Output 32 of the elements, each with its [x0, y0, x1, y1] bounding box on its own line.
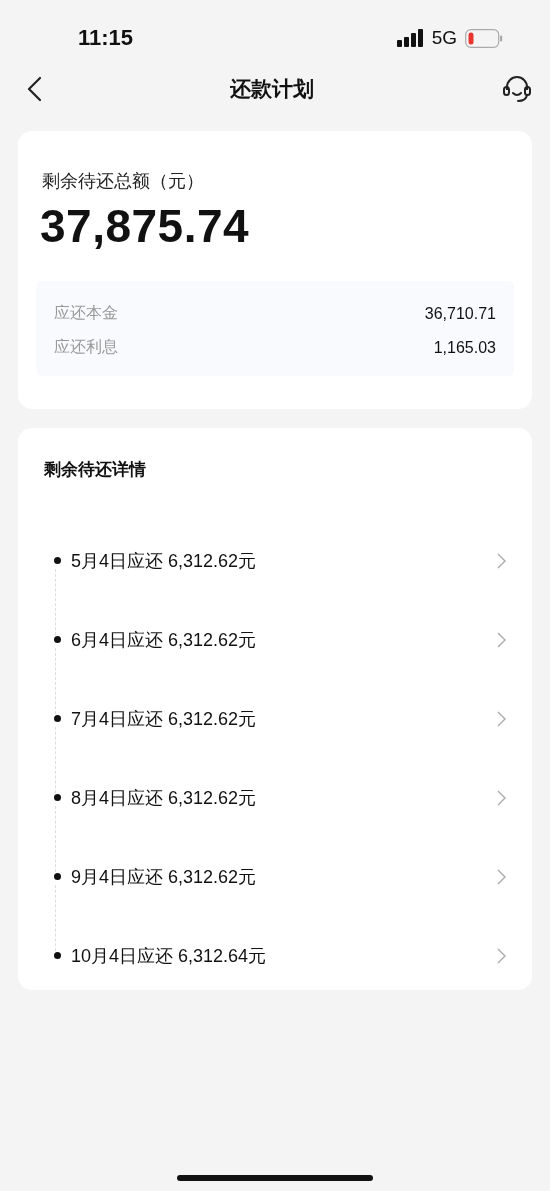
summary-label: 剩余待还总额（元）: [42, 170, 205, 193]
timeline-dot: [53, 794, 61, 801]
installment-text[interactable]: 5月4日应还 6,312.62元: [71, 548, 497, 573]
chevron-icon: [497, 552, 506, 569]
breakdown-label: 应还本金: [54, 303, 118, 323]
installment-text[interactable]: 7月4日应还 6,312.62元: [71, 706, 497, 731]
headset-icon[interactable]: [502, 74, 532, 104]
chevron-icon: [497, 947, 506, 964]
chevron-icon: [497, 789, 506, 806]
breakdown-value: 1,165.03: [433, 338, 496, 357]
status-time: 11:15: [78, 25, 134, 51]
timeline-dot: [53, 952, 61, 959]
back-icon[interactable]: [26, 76, 42, 102]
timeline-dot: [53, 636, 61, 643]
section-title: 剩余待还详情: [44, 459, 147, 481]
breakdown-label: 应还利息: [54, 337, 118, 357]
breakdown-value: 36,710.71: [424, 304, 496, 323]
installment-text[interactable]: 6月4日应还 6,312.62元: [71, 627, 497, 652]
installment-text[interactable]: 10月4日应还 6,312.64元: [71, 943, 497, 968]
network-label: 5G: [431, 27, 457, 49]
total-amount: 37,875.74: [40, 199, 251, 253]
timeline-dot: [53, 873, 61, 880]
installment-text[interactable]: 8月4日应还 6,312.62元: [71, 785, 497, 810]
chevron-icon: [497, 710, 506, 727]
chevron-icon: [497, 631, 506, 648]
timeline-dot: [53, 715, 61, 722]
chevron-icon: [497, 868, 506, 885]
battery-icon: [465, 28, 503, 48]
signal-icon: [396, 29, 424, 47]
timeline-dot: [53, 557, 61, 564]
page-title: 还款计划: [230, 76, 314, 102]
installment-text[interactable]: 9月4日应还 6,312.62元: [71, 864, 497, 889]
